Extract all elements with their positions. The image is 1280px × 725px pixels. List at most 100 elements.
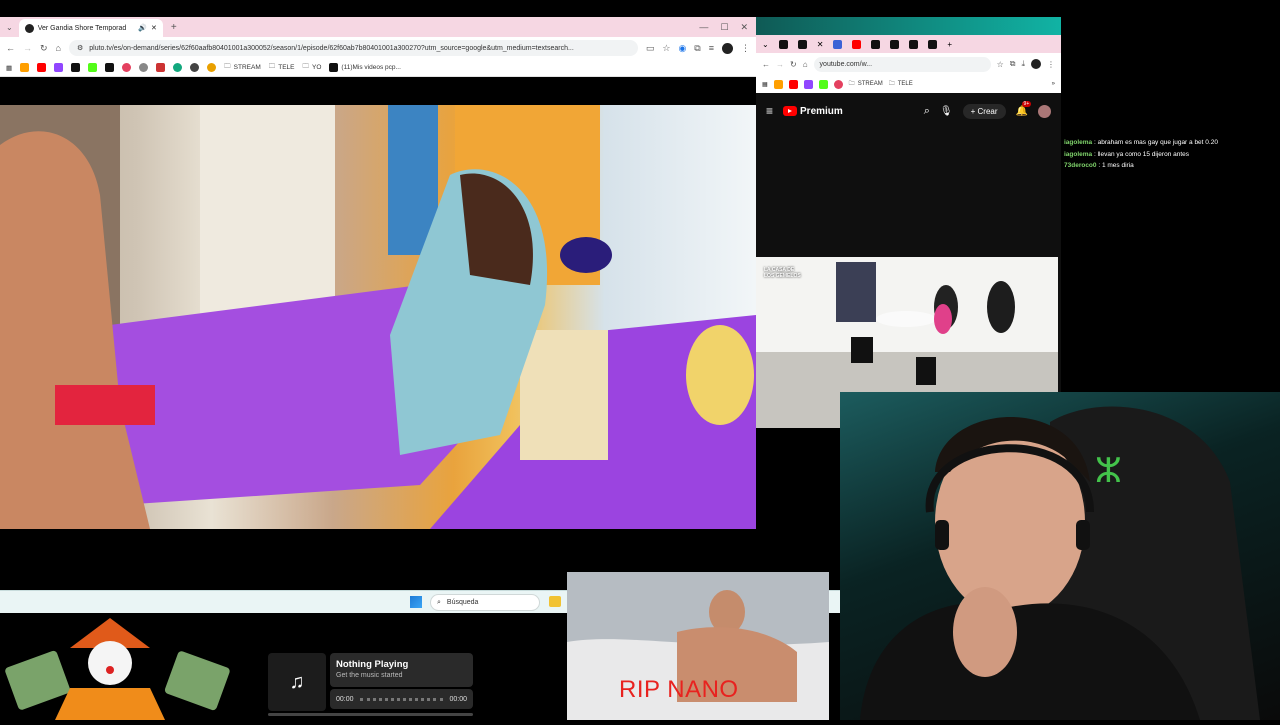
tiktok-favicon-icon[interactable] (71, 63, 81, 72)
reload-icon[interactable]: ↻ (40, 43, 48, 54)
music-timeline[interactable]: 00:00 00:00 (330, 689, 473, 709)
bookmarks-overflow-icon[interactable]: » (1052, 81, 1055, 87)
table (876, 311, 936, 327)
bookmark-favicon-icon[interactable] (190, 63, 200, 72)
tiktok-tab-icon[interactable] (778, 39, 788, 49)
reload-icon[interactable]: ↻ (790, 60, 797, 69)
kick-favicon-icon[interactable] (88, 63, 98, 72)
cast-icon[interactable]: ▭ (646, 43, 655, 54)
right-bookmarks-bar: ▦ 🗀 STREAM 🗀 TELE » (756, 75, 1061, 93)
x-tab-icon[interactable] (928, 39, 938, 49)
bookmark-favicon-icon[interactable] (207, 63, 217, 72)
hanging-clothes (836, 262, 876, 322)
person-right (686, 325, 754, 425)
tab-bar: ⌄ Ver Gandia Shore Temporad 🔊 ✕ + — ☐ ✕ (0, 17, 756, 37)
windows-start-icon[interactable] (410, 596, 422, 608)
folder-icon: 🗀 (848, 81, 855, 87)
youtube-premium-logo[interactable]: Premium (783, 106, 843, 117)
profile-avatar[interactable] (722, 42, 733, 54)
tab-audio-icon[interactable]: 🔊 (138, 24, 147, 32)
bookmark-folder-tele[interactable]: 🗀 TELE (269, 62, 295, 73)
apps-grid-icon[interactable]: ▦ (762, 81, 768, 88)
kick-favicon-icon[interactable] (818, 79, 828, 89)
back-icon[interactable]: ← (6, 43, 15, 53)
x-tab-icon[interactable] (909, 39, 919, 49)
apps-grid-icon[interactable]: ▦ (6, 64, 12, 72)
youtube-favicon-icon[interactable] (788, 79, 798, 89)
close-window-icon[interactable]: ✕ (740, 22, 748, 33)
instagram-favicon-icon[interactable] (122, 63, 132, 72)
home-icon[interactable]: ⌂ (56, 43, 61, 53)
bookmark-folder-tele[interactable]: 🗀 TELE (889, 79, 913, 89)
folder-icon: 🗀 (302, 63, 310, 70)
tiktok-tab-icon[interactable] (871, 39, 881, 49)
music-note-icon[interactable]: ♫ (268, 653, 326, 711)
address-bar[interactable]: ⚙ pluto.tv/es/on-demand/series/62f60aafb… (68, 40, 638, 56)
puzzle-icon[interactable]: ⧉ (694, 43, 700, 54)
more-icon[interactable]: ⋮ (741, 43, 750, 54)
bookmark-favicon-icon[interactable] (773, 79, 783, 89)
create-button[interactable]: + Crear (962, 103, 1006, 119)
notifications-bell-icon[interactable]: 🔔 9+ (1016, 100, 1032, 117)
hamburger-menu-icon[interactable]: ≡ (766, 104, 773, 118)
right-address-bar[interactable]: youtube.com/w... (813, 56, 991, 72)
more-icon[interactable]: ⋮ (1047, 60, 1055, 69)
bookmark-star-icon[interactable]: ☆ (662, 43, 670, 54)
music-progress-track[interactable] (359, 697, 444, 701)
bookmark-folder-stream[interactable]: 🗀 STREAM (224, 62, 261, 73)
bookmark-star-icon[interactable]: ☆ (997, 60, 1004, 69)
tab-favicon-icon[interactable] (833, 39, 843, 49)
bookmark-folder-yo[interactable]: 🗀 YO (303, 62, 322, 73)
main-video-player[interactable] (0, 105, 756, 529)
home-icon[interactable]: ⌂ (803, 60, 808, 69)
account-avatar[interactable] (1038, 104, 1051, 118)
new-tab-icon[interactable]: + (171, 22, 177, 33)
forward-icon[interactable]: → (776, 60, 784, 69)
download-icon[interactable]: ⤓ (1021, 59, 1025, 69)
tab-list-icon[interactable]: ⌄ (762, 40, 769, 49)
bookmarks-bar: ▦ 🗀 STREAM 🗀 TELE 🗀 YO (11)Mis videos pcp..… (0, 59, 756, 77)
file-explorer-icon[interactable] (549, 596, 561, 607)
pluto-favicon-icon (24, 23, 34, 33)
person-pink (934, 304, 952, 334)
microphone-icon[interactable]: 🎙 (940, 106, 953, 117)
tab-close-icon[interactable]: ✕ (817, 40, 824, 49)
menu-icon[interactable]: ≡ (709, 43, 714, 53)
site-info-icon[interactable]: ⚙ (77, 44, 83, 52)
bookmark-videos[interactable]: (11)Mis videos pcp... (329, 63, 401, 72)
youtube-tab-icon[interactable] (852, 39, 862, 49)
video-frame (0, 105, 756, 529)
maximize-icon[interactable]: ☐ (720, 22, 728, 33)
bookmark-favicon-icon[interactable] (20, 63, 30, 72)
forward-icon[interactable]: → (23, 43, 32, 53)
profile-avatar[interactable] (1031, 59, 1041, 69)
taskbar-search[interactable]: ⌕ Búsqueda (430, 594, 540, 611)
youtube-favicon-icon[interactable] (37, 63, 47, 72)
tab-pluto[interactable]: Ver Gandia Shore Temporad 🔊 ✕ (18, 19, 163, 37)
instagram-favicon-icon[interactable] (833, 79, 843, 89)
bookmark-favicon-icon[interactable] (156, 63, 166, 72)
new-tab-icon[interactable]: + (947, 40, 952, 49)
bookmark-favicon-icon[interactable] (173, 63, 183, 72)
extension-icon[interactable]: ◉ (678, 43, 686, 54)
time-start: 00:00 (336, 695, 354, 703)
search-icon[interactable]: ⌕ (924, 105, 930, 118)
tiktok-tab-icon[interactable] (890, 39, 900, 49)
tiktok-favicon-icon[interactable] (105, 63, 115, 72)
folder-icon: 🗀 (224, 63, 231, 70)
tiktok-tab-icon[interactable] (797, 39, 807, 49)
bookmark-folder-stream[interactable]: 🗀 STREAM (849, 79, 883, 89)
tab-list-icon[interactable]: ⌄ (6, 23, 13, 32)
person-seated (987, 281, 1015, 333)
bag (851, 337, 873, 363)
minimize-icon[interactable]: — (699, 22, 708, 33)
puzzle-icon[interactable]: ⧉ (1010, 59, 1016, 69)
tab-title: Ver Gandia Shore Temporad (37, 24, 127, 32)
back-icon[interactable]: ← (762, 60, 770, 69)
twitch-favicon-icon[interactable] (803, 79, 813, 89)
globe-favicon-icon[interactable] (139, 63, 149, 72)
right-nav-toolbar: ← → ↻ ⌂ youtube.com/w... ☆ ⧉ ⤓ ⋮ (756, 53, 1061, 75)
tab-close-icon[interactable]: ✕ (151, 24, 157, 32)
twitch-favicon-icon[interactable] (54, 63, 64, 72)
razer-logo-icon: ⵣ (1095, 451, 1122, 491)
